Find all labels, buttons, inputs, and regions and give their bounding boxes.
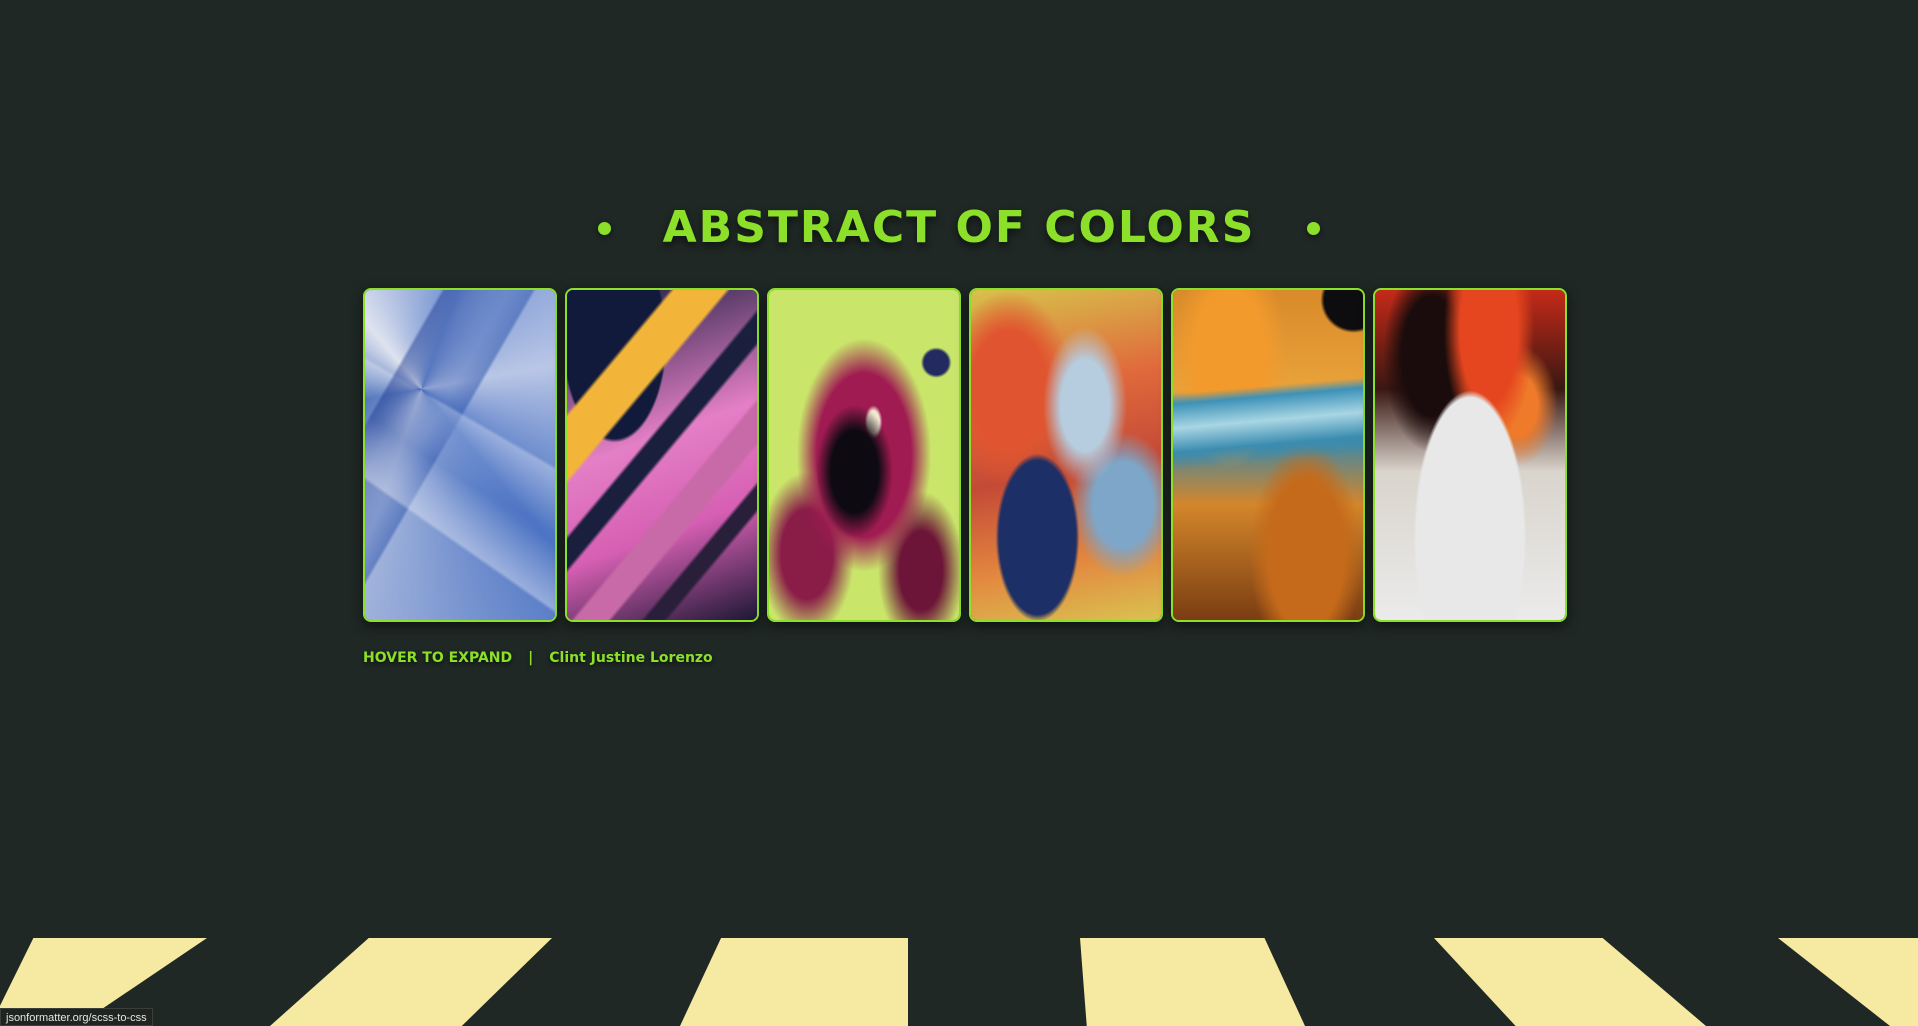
stripe-5 (1434, 938, 1706, 1026)
title-dot-left (597, 221, 611, 235)
abstract-image-orange-teal-flow (1173, 290, 1363, 620)
abstract-image-red-blue-marble (971, 290, 1161, 620)
stripe-6 (1778, 938, 1918, 1026)
abstract-image-magenta-lime (769, 290, 959, 620)
stripe-3 (680, 938, 908, 1026)
gallery-card-2[interactable] (565, 288, 759, 622)
gallery-card-1[interactable] (363, 288, 557, 622)
title-dot-right (1307, 221, 1321, 235)
hover-hint: HOVER TO EXPAND (363, 650, 513, 666)
page-title: ABSTRACT OF COLORS (662, 202, 1256, 253)
gallery-card-5[interactable] (1171, 288, 1365, 622)
abstract-image-blue-triangles (365, 290, 555, 620)
footer-separator: | (528, 650, 534, 666)
abstract-image-pink-yellow-swirl (567, 290, 757, 620)
gallery-card-6[interactable] (1373, 288, 1567, 622)
author-credit[interactable]: Clint Justine Lorenzo (549, 650, 712, 666)
abstract-image-red-cells-white (1375, 290, 1565, 620)
image-gallery (363, 288, 1567, 622)
gallery-card-4[interactable] (969, 288, 1163, 622)
footer-line: HOVER TO EXPAND | Clint Justine Lorenzo (363, 650, 713, 666)
page: ABSTRACT OF COLORS HOVER TO EXPAND | Cli… (0, 0, 1918, 1026)
title-row: ABSTRACT OF COLORS (0, 195, 1918, 261)
stripe-2 (270, 938, 552, 1026)
stripe-4 (1080, 938, 1305, 1026)
gallery-card-3[interactable] (767, 288, 961, 622)
link-status-tooltip: jsonformatter.org/scss-to-css (0, 1008, 153, 1026)
